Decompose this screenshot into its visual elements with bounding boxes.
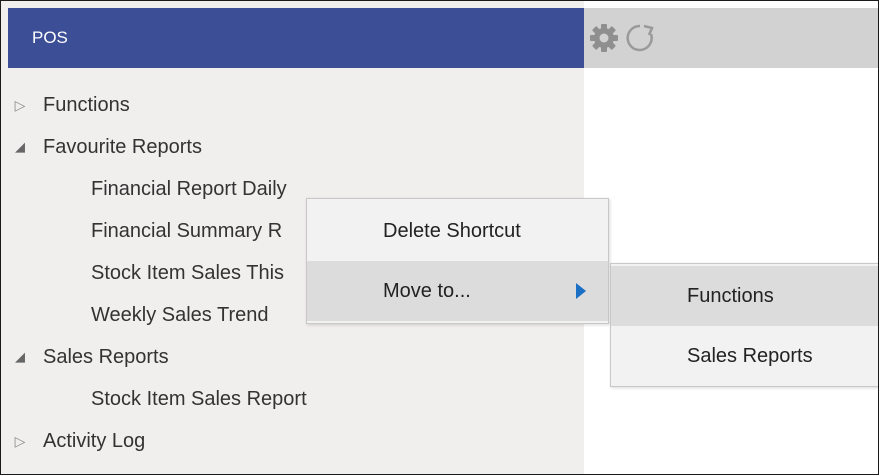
menu-item-label: Delete Shortcut (383, 219, 521, 242)
submenu-item-sales-reports[interactable]: Sales Reports (611, 326, 878, 386)
tree-node-label: Activity Log (43, 429, 146, 452)
collapse-triangle-icon[interactable]: ◢ (11, 349, 29, 365)
tree-node-label: Favourite Reports (43, 135, 202, 158)
tree-leaf-stock-item-sales-this[interactable]: Stock Item Sales This (91, 253, 284, 293)
menu-item-label: Move to... (383, 279, 471, 302)
submenu-item-functions[interactable]: Functions (611, 266, 878, 326)
toolbar (584, 8, 878, 68)
tree-node-functions[interactable]: ▷ Functions (1, 85, 130, 125)
panel-header: POS (8, 8, 584, 68)
tree-leaf-label: Stock Item Sales This (91, 261, 285, 284)
submenu-item-label: Functions (687, 284, 774, 307)
move-to-menu-item[interactable]: Move to... (307, 261, 608, 321)
delete-shortcut-menu-item[interactable]: Delete Shortcut (307, 201, 608, 261)
tree-leaf-label: Financial Summary R (91, 219, 283, 242)
panel-title: POS (32, 28, 68, 47)
tree-leaf-label: Weekly Sales Trend (91, 303, 269, 326)
move-to-submenu: Functions Sales Reports (610, 263, 878, 387)
tree-node-sales-reports[interactable]: ◢ Sales Reports (1, 337, 169, 377)
app-window: POS ▷ Functions ◢ Favourite Reports Fina… (0, 0, 879, 475)
tree-leaf-financial-report-daily[interactable]: Financial Report Daily (91, 169, 287, 209)
tree-leaf-weekly-sales-trend[interactable]: Weekly Sales Trend (91, 295, 269, 335)
submenu-item-label: Sales Reports (687, 344, 813, 367)
tree-leaf-stock-item-sales-report[interactable]: Stock Item Sales Report (91, 379, 307, 419)
tree-node-favourite-reports[interactable]: ◢ Favourite Reports (1, 127, 202, 167)
tree-node-label: Functions (43, 93, 130, 116)
expand-triangle-icon[interactable]: ▷ (11, 97, 29, 114)
expand-triangle-icon[interactable]: ▷ (11, 433, 29, 450)
tree-leaf-label: Financial Report Daily (91, 177, 287, 200)
tree-leaf-label: Stock Item Sales Report (91, 387, 307, 410)
context-menu: Delete Shortcut Move to... (306, 198, 609, 324)
tree-node-activity-log[interactable]: ▷ Activity Log (1, 421, 146, 461)
refresh-icon[interactable] (624, 22, 656, 54)
tree-node-label: Sales Reports (43, 345, 169, 368)
gear-icon[interactable] (588, 22, 620, 54)
submenu-arrow-icon (576, 283, 586, 299)
tree-leaf-financial-summary[interactable]: Financial Summary R (91, 211, 282, 251)
collapse-triangle-icon[interactable]: ◢ (11, 139, 29, 155)
